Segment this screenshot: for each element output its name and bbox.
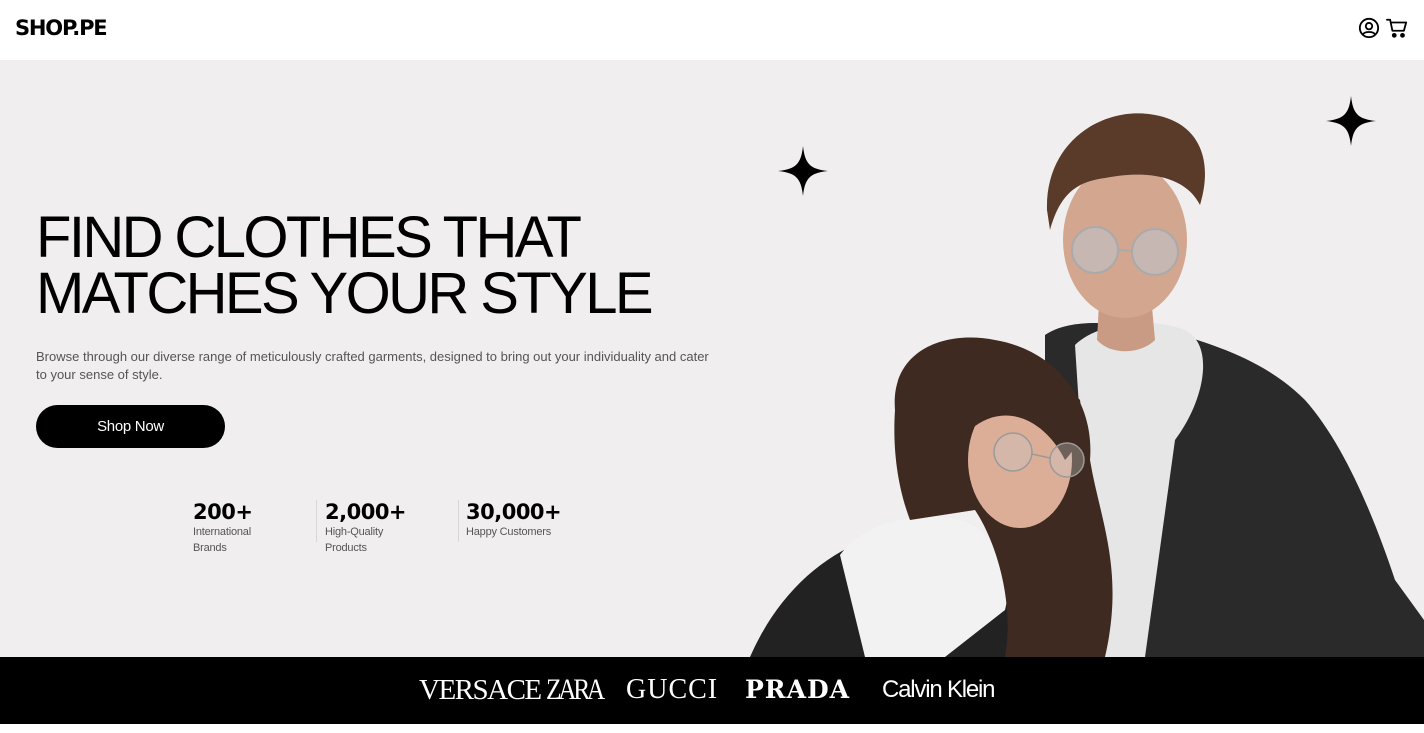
stat-brands: 200+ International Brands	[193, 500, 253, 554]
brand-logo-calvin-klein: Calvin Klein	[882, 676, 996, 703]
stat-value: 30,000+	[466, 500, 562, 524]
hero-models-image	[750, 113, 1424, 657]
hero-title-line-1: FIND CLOTHES THAT	[36, 205, 582, 270]
brand-bar: VERSACE ZARA GUCCI PRADA Calvin Klein	[0, 657, 1424, 724]
brand-logo-gucci: GUCCI	[626, 674, 719, 705]
navbar: SHOP.PE	[0, 0, 1424, 60]
logo[interactable]: SHOP.PE	[15, 16, 108, 40]
brand-logo-versace: VERSACE	[419, 674, 542, 706]
hero-title: FIND CLOTHES THAT MATCHES YOUR STYLE	[36, 205, 736, 326]
user-account-icon[interactable]	[1358, 17, 1380, 39]
stat-value: 200+	[193, 500, 253, 524]
stat-customers: 30,000+ Happy Customers	[466, 500, 562, 542]
stat-label: International Brands	[193, 526, 251, 554]
hero-title-line-2: MATCHES YOUR STYLE	[36, 261, 654, 326]
stat-label: High-Quality Products	[325, 526, 384, 554]
hero-section: FIND CLOTHES THAT MATCHES YOUR STYLE Bro…	[0, 60, 1424, 657]
stat-value: 2,000+	[325, 500, 407, 524]
stat-products: 2,000+ High-Quality Products	[325, 500, 407, 554]
shop-now-button[interactable]: Shop Now	[36, 405, 225, 448]
brand-logo-prada: PRADA	[745, 675, 851, 704]
brand-logo-zara: ZARA	[546, 673, 605, 706]
stat-divider	[458, 500, 459, 542]
hero-description: Browse through our diverse range of meti…	[36, 349, 709, 382]
stat-label: Happy Customers	[466, 526, 552, 538]
shopping-cart-icon[interactable]	[1386, 17, 1408, 39]
stat-divider	[316, 500, 317, 542]
